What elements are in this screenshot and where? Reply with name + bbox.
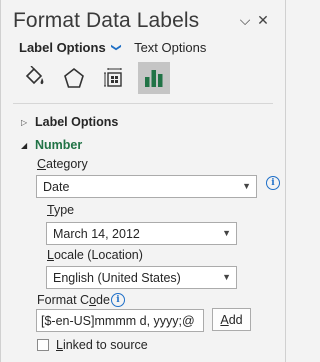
locale-dropdown[interactable]: English (United States) ▼ bbox=[46, 266, 237, 289]
format-code-input[interactable]: [$-en-US]mmmm d, yyyy;@ bbox=[36, 309, 204, 332]
close-icon: ✕ bbox=[257, 11, 269, 28]
linked-to-source-label: Linked to source bbox=[56, 338, 148, 352]
effects-button[interactable] bbox=[58, 62, 90, 94]
add-button[interactable]: Add bbox=[212, 308, 251, 331]
locale-label: Locale (Location) bbox=[47, 248, 143, 262]
size-properties-button[interactable] bbox=[98, 62, 130, 94]
chevron-down-icon: ⌵ bbox=[239, 11, 251, 28]
number-section-title: Number bbox=[35, 138, 83, 152]
tab-label-options[interactable]: Label Options ❯ bbox=[19, 40, 122, 55]
size-properties-icon bbox=[104, 68, 122, 87]
tab-label-options-label: Label Options bbox=[19, 40, 106, 55]
divider bbox=[13, 103, 273, 104]
category-value: Date bbox=[43, 179, 70, 194]
fill-line-icon bbox=[25, 66, 44, 85]
number-section-header[interactable]: ◢ Number bbox=[21, 138, 82, 152]
close-button[interactable]: ✕ bbox=[253, 10, 273, 30]
pane-title: Format Data Labels bbox=[13, 9, 200, 32]
collapse-arrow-icon: ◢ bbox=[21, 140, 28, 150]
options-tabs: Label Options ❯ Text Options bbox=[19, 40, 206, 55]
chevron-down-icon: ❯ bbox=[110, 43, 122, 52]
category-dropdown[interactable]: Date ▼ bbox=[36, 175, 257, 198]
pane-options-button[interactable]: ⌵ bbox=[235, 10, 255, 30]
format-data-labels-pane: Format Data Labels ⌵ ✕ Label Options ❯ T… bbox=[0, 0, 286, 362]
format-code-label: Format Code bbox=[37, 293, 110, 307]
type-dropdown[interactable]: March 14, 2012 ▼ bbox=[46, 222, 237, 245]
info-icon[interactable]: i bbox=[111, 293, 125, 307]
label-options-icon bbox=[145, 70, 163, 87]
tab-text-options-label: Text Options bbox=[134, 40, 207, 55]
label-options-section-title: Label Options bbox=[35, 115, 119, 129]
dropdown-arrow-icon: ▼ bbox=[222, 228, 231, 238]
expand-arrow-icon: ▷ bbox=[21, 117, 28, 127]
fill-line-button[interactable] bbox=[18, 62, 50, 94]
type-value: March 14, 2012 bbox=[53, 226, 140, 241]
tab-text-options[interactable]: Text Options bbox=[134, 40, 206, 55]
dropdown-arrow-icon: ▼ bbox=[242, 181, 251, 191]
label-options-section-header[interactable]: ▷ Label Options bbox=[21, 115, 118, 129]
linked-to-source-checkbox[interactable] bbox=[37, 339, 49, 351]
label-options-button[interactable] bbox=[138, 62, 170, 94]
effects-icon bbox=[64, 67, 84, 88]
locale-value: English (United States) bbox=[53, 270, 181, 285]
category-label: Category bbox=[37, 157, 88, 171]
type-label: Type bbox=[47, 203, 75, 217]
info-icon[interactable]: i bbox=[266, 176, 280, 190]
dropdown-arrow-icon: ▼ bbox=[222, 272, 231, 282]
category-icon-bar bbox=[18, 62, 178, 94]
